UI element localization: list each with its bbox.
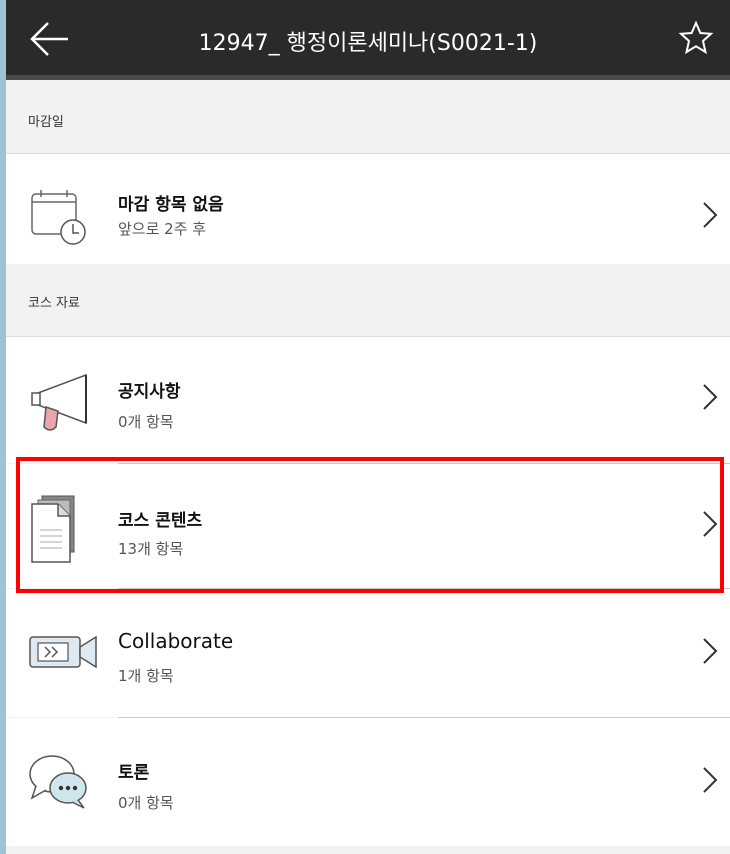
list-item-collaborate[interactable]: Collaborate 1개 항목 <box>6 589 730 717</box>
item-title: Collaborate <box>118 629 234 653</box>
top-bar: 12947_ 행정이론세미나(S0021-1) <box>6 0 730 80</box>
list-item-discussion[interactable]: 토론 0개 항목 <box>6 718 730 846</box>
calendar-clock-icon <box>31 190 86 245</box>
document-icon <box>31 495 75 563</box>
item-count: 0개 항목 <box>118 794 174 812</box>
due-title: 마감 항목 없음 <box>118 195 224 215</box>
section-header-course-materials: 코스 자료 <box>6 264 730 336</box>
page-title: 12947_ 행정이론세미나(S0021-1) <box>198 31 538 56</box>
star-icon[interactable] <box>678 20 714 56</box>
chevron-right-icon <box>703 511 718 537</box>
item-count: 1개 항목 <box>118 667 174 685</box>
section-header-due: 마감일 <box>6 85 730 153</box>
item-title: 공지사항 <box>118 382 181 402</box>
due-row[interactable]: 마감 항목 없음 앞으로 2주 후 <box>6 153 730 265</box>
item-title: 토론 <box>118 763 150 783</box>
megaphone-icon <box>31 373 87 431</box>
item-count: 13개 항목 <box>118 540 184 558</box>
list-item-announcements[interactable]: 공지사항 0개 항목 <box>6 336 730 463</box>
chevron-right-icon <box>703 202 718 228</box>
item-title: 코스 콘텐츠 <box>118 511 203 531</box>
video-icon <box>29 635 97 669</box>
chevron-right-icon <box>703 638 718 664</box>
item-count: 0개 항목 <box>118 413 174 431</box>
chevron-right-icon <box>703 767 718 793</box>
due-subtitle: 앞으로 2주 후 <box>118 220 207 238</box>
back-arrow-icon[interactable] <box>28 20 70 58</box>
app-window: 12947_ 행정이론세미나(S0021-1) 마감일 마감 항목 없음 앞으로… <box>6 0 730 854</box>
chevron-right-icon <box>703 384 718 410</box>
list-item-course-content[interactable]: 코스 콘텐츠 13개 항목 <box>6 464 730 588</box>
chat-icon <box>29 755 87 809</box>
